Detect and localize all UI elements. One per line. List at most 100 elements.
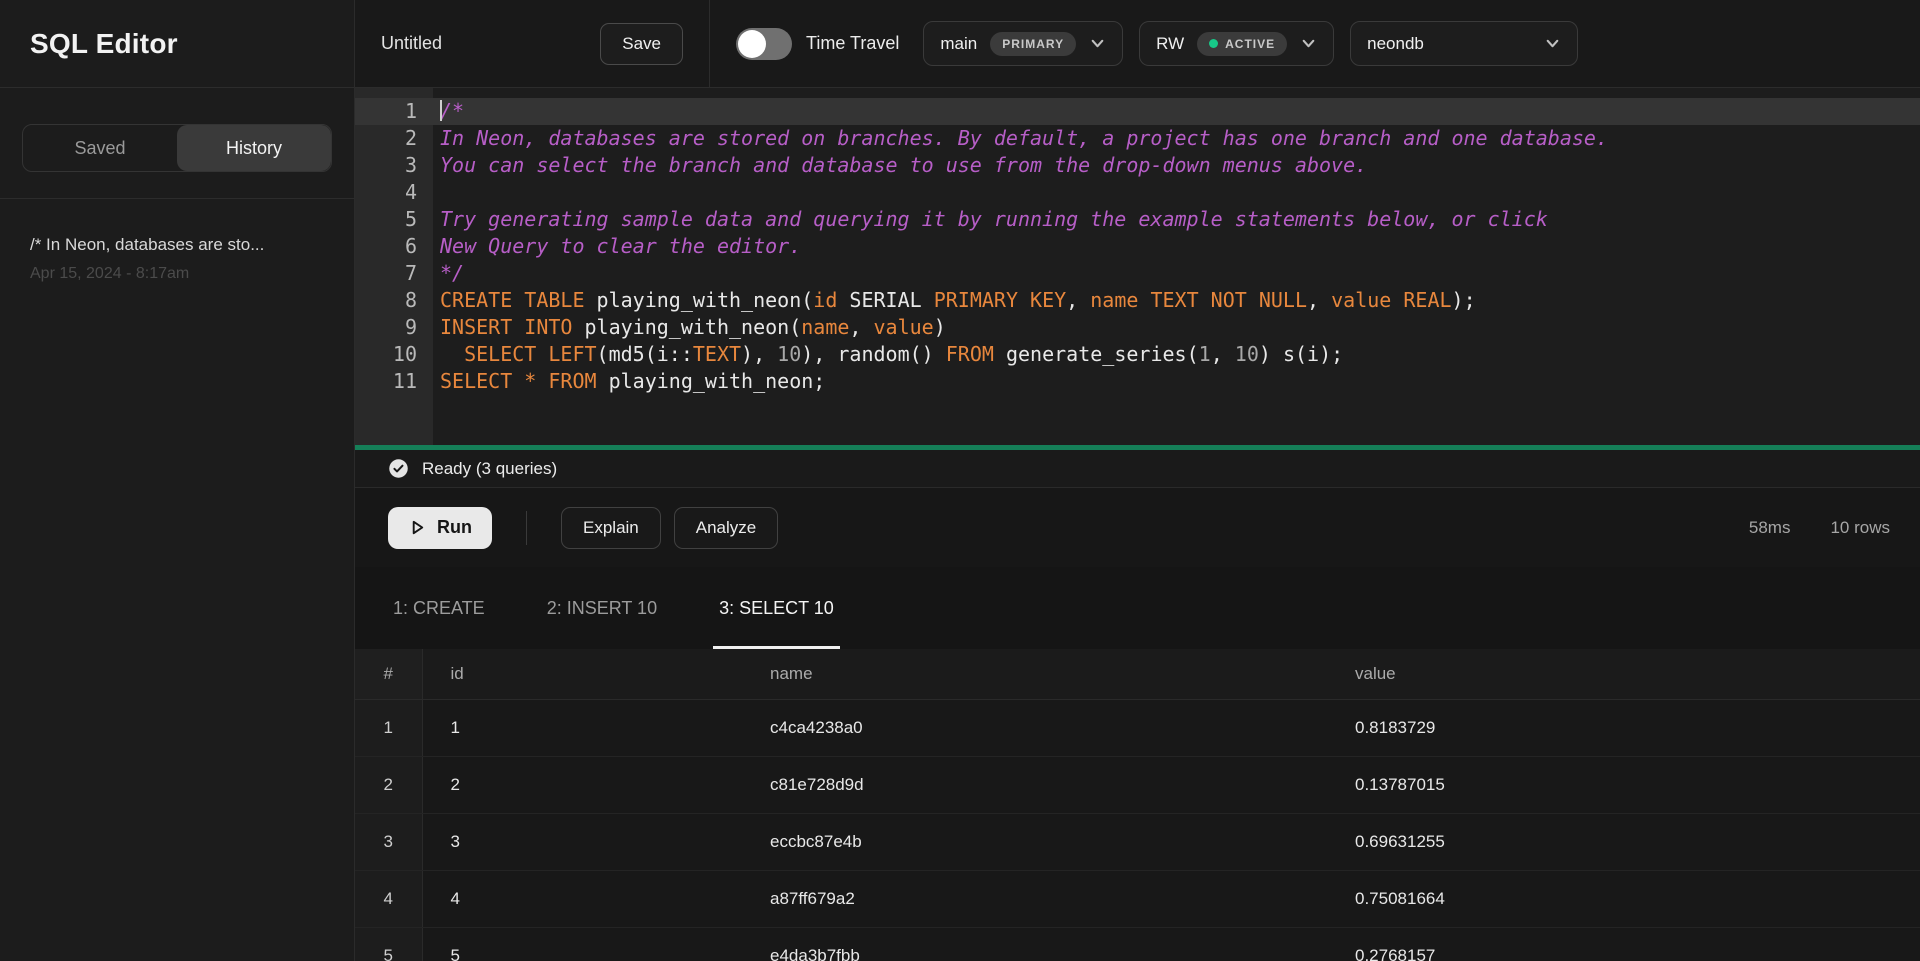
line-content: SELECT * FROM playing_with_neon; [433,368,825,395]
compute-dropdown[interactable]: RW ACTIVE [1139,21,1334,66]
result-tab-2-insert-10[interactable]: 2: INSERT 10 [541,567,663,649]
chevron-down-icon [1300,35,1317,52]
compute-status-label: ACTIVE [1225,37,1275,51]
line-number: 10 [355,341,433,368]
run-button[interactable]: Run [388,507,492,549]
history-snippet: /* In Neon, databases are sto... [30,235,324,255]
table-row[interactable]: 11c4ca4238a00.8183729 [355,699,1920,756]
topbar: Untitled Save Time Travel main PRIMARY R… [355,0,1920,88]
line-content: You can select the branch and database t… [433,152,1367,179]
branch-primary-badge: PRIMARY [990,32,1076,56]
query-row-count: 10 rows [1830,518,1890,538]
branch-dropdown[interactable]: main PRIMARY [923,21,1123,66]
database-name: neondb [1367,34,1424,54]
name-cell: e4da3b7fbb [742,927,1327,961]
time-travel-toggle[interactable] [736,28,792,60]
code-line-11[interactable]: 11SELECT * FROM playing_with_neon; [355,368,1920,395]
code-line-2[interactable]: 2In Neon, databases are stored on branch… [355,125,1920,152]
compute-name: RW [1156,34,1184,54]
database-dropdown[interactable]: neondb [1350,21,1578,66]
code-line-1[interactable]: 1/* [355,98,1920,125]
code-line-9[interactable]: 9INSERT INTO playing_with_neon(name, val… [355,314,1920,341]
saved-history-segmented-control: SavedHistory [22,124,332,172]
name-cell: eccbc87e4b [742,813,1327,870]
id-cell: 2 [422,756,742,813]
sidebar: SQL Editor SavedHistory /* In Neon, data… [0,0,355,961]
topbar-query-section: Untitled Save [355,0,710,87]
result-tabs: 1: CREATE 2: INSERT 10 3: SELECT 10 [355,567,1920,649]
line-content: Try generating sample data and querying … [433,206,1548,233]
line-content: */ [433,260,464,287]
code-line-7[interactable]: 7*/ [355,260,1920,287]
sql-editor-app: SQL Editor SavedHistory /* In Neon, data… [0,0,1920,961]
id-cell: 5 [422,927,742,961]
play-icon [408,518,427,537]
table-row[interactable]: 33eccbc87e4b0.69631255 [355,813,1920,870]
line-number: 4 [355,179,433,206]
sidebar-tab-history[interactable]: History [177,125,331,171]
line-number: 1 [355,98,433,125]
row-num-cell: 2 [355,756,422,813]
query-name[interactable]: Untitled [381,33,442,54]
history-timestamp: Apr 15, 2024 - 8:17am [30,265,324,283]
page-title: SQL Editor [30,28,178,60]
table-row[interactable]: 22c81e728d9d0.13787015 [355,756,1920,813]
code-line-5[interactable]: 5Try generating sample data and querying… [355,206,1920,233]
ready-status-text: Ready (3 queries) [422,459,557,479]
value-cell: 0.75081664 [1327,870,1920,927]
history-list: /* In Neon, databases are sto... Apr 15, … [0,199,354,319]
id-cell: 3 [422,813,742,870]
row-num-cell: 4 [355,870,422,927]
line-content: /* [433,98,464,125]
code-line-10[interactable]: 10 SELECT LEFT(md5(i::TEXT), 10), random… [355,341,1920,368]
line-number: 11 [355,368,433,395]
result-tab-3-select-10[interactable]: 3: SELECT 10 [713,567,840,649]
status-bar: Ready (3 queries) [355,450,1920,488]
value-cell: 0.2768157 [1327,927,1920,961]
id-cell: 1 [422,699,742,756]
time-travel-label: Time Travel [806,33,899,54]
check-circle-icon [388,458,409,479]
line-content: New Query to clear the editor. [433,233,801,260]
sql-code-editor[interactable]: 1/*2In Neon, databases are stored on bra… [355,88,1920,445]
table-row[interactable]: 55e4da3b7fbb0.2768157 [355,927,1920,961]
row-num-cell: 5 [355,927,422,961]
line-number: 9 [355,314,433,341]
row-num-cell: 3 [355,813,422,870]
name-cell: c4ca4238a0 [742,699,1327,756]
editor-lines: 1/*2In Neon, databases are stored on bra… [355,88,1920,395]
history-item[interactable]: /* In Neon, databases are sto... Apr 15, … [30,235,324,283]
code-line-6[interactable]: 6New Query to clear the editor. [355,233,1920,260]
id-cell: 4 [422,870,742,927]
result-tab-1-create[interactable]: 1: CREATE [387,567,491,649]
explain-button[interactable]: Explain [561,507,661,549]
save-button[interactable]: Save [600,23,683,65]
line-number: 7 [355,260,433,287]
value-cell: 0.69631255 [1327,813,1920,870]
line-number: 3 [355,152,433,179]
code-line-4[interactable]: 4 [355,179,1920,206]
branch-name: main [940,34,977,54]
chevron-down-icon [1544,35,1561,52]
line-content [433,179,440,206]
sidebar-header: SQL Editor [0,0,354,88]
line-number: 8 [355,287,433,314]
name-cell: c81e728d9d [742,756,1327,813]
code-line-8[interactable]: 8CREATE TABLE playing_with_neon(id SERIA… [355,287,1920,314]
sidebar-tab-saved[interactable]: Saved [23,125,177,171]
active-status-dot [1209,39,1218,48]
line-content: INSERT INTO playing_with_neon(name, valu… [433,314,946,341]
code-line-3[interactable]: 3You can select the branch and database … [355,152,1920,179]
toggle-knob [738,30,766,58]
results-table-wrap: #idnamevalue 11c4ca4238a00.818372922c81e… [355,649,1920,961]
results-header-row: #idnamevalue [355,649,1920,699]
line-number: 6 [355,233,433,260]
line-content: CREATE TABLE playing_with_neon(id SERIAL… [433,287,1476,314]
column-header-id: id [422,649,742,699]
column-header-value: value [1327,649,1920,699]
value-cell: 0.13787015 [1327,756,1920,813]
table-row[interactable]: 44a87ff679a20.75081664 [355,870,1920,927]
compute-status-badge: ACTIVE [1197,32,1287,56]
toolbar-divider [526,511,527,545]
analyze-button[interactable]: Analyze [674,507,778,549]
